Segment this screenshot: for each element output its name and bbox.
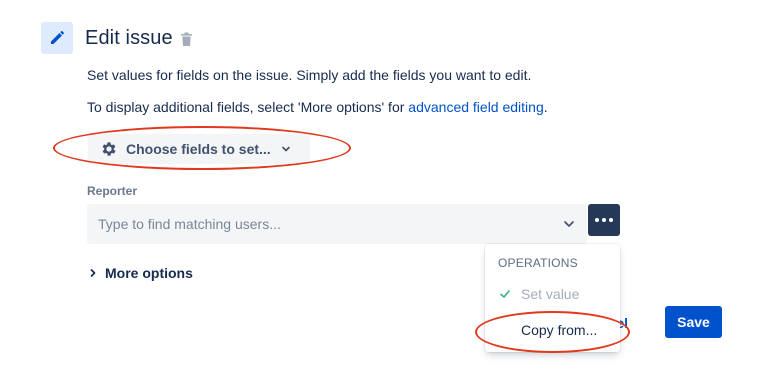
pencil-icon — [41, 22, 73, 54]
more-dot — [602, 218, 606, 222]
check-icon — [500, 290, 510, 298]
edit-issue-dialog: Edit issue Set values for fields on the … — [0, 0, 763, 381]
description-line-2-suffix: . — [543, 99, 548, 115]
choose-fields-label: Choose fields to set... — [126, 141, 271, 157]
field-operations-button[interactable] — [588, 204, 620, 236]
page-title: Edit issue — [85, 27, 173, 49]
chevron-right-icon — [90, 269, 96, 277]
description-line-2-prefix: To display additional fields, select 'Mo… — [87, 99, 409, 115]
menu-item-label: Copy from... — [521, 322, 598, 338]
chevron-down-icon[interactable] — [563, 218, 575, 230]
choose-fields-button[interactable]: Choose fields to set... — [88, 134, 310, 164]
trash-icon[interactable] — [180, 32, 193, 47]
save-button[interactable]: Save — [665, 306, 722, 338]
gear-icon — [102, 142, 116, 156]
reporter-input[interactable]: Type to find matching users... — [87, 204, 587, 244]
menu-item-label: Set value — [521, 286, 580, 302]
advanced-field-editing-link[interactable]: advanced field editing — [408, 99, 543, 115]
reporter-placeholder: Type to find matching users... — [98, 216, 281, 232]
description-line-2: To display additional fields, select 'Mo… — [87, 99, 548, 115]
more-dot — [595, 218, 599, 222]
operations-menu: OPERATIONS Set value Copy from... — [485, 244, 620, 352]
operations-heading: OPERATIONS — [498, 256, 578, 270]
more-options-label: More options — [105, 265, 193, 281]
menu-item-copy-from[interactable]: Copy from... — [485, 315, 620, 345]
chevron-down-icon — [281, 146, 290, 152]
reporter-label: Reporter — [87, 184, 138, 198]
more-options-toggle[interactable]: More options — [88, 265, 193, 281]
description-line-1: Set values for fields on the issue. Simp… — [87, 67, 532, 83]
more-dot — [609, 218, 613, 222]
menu-item-set-value[interactable]: Set value — [485, 279, 620, 309]
